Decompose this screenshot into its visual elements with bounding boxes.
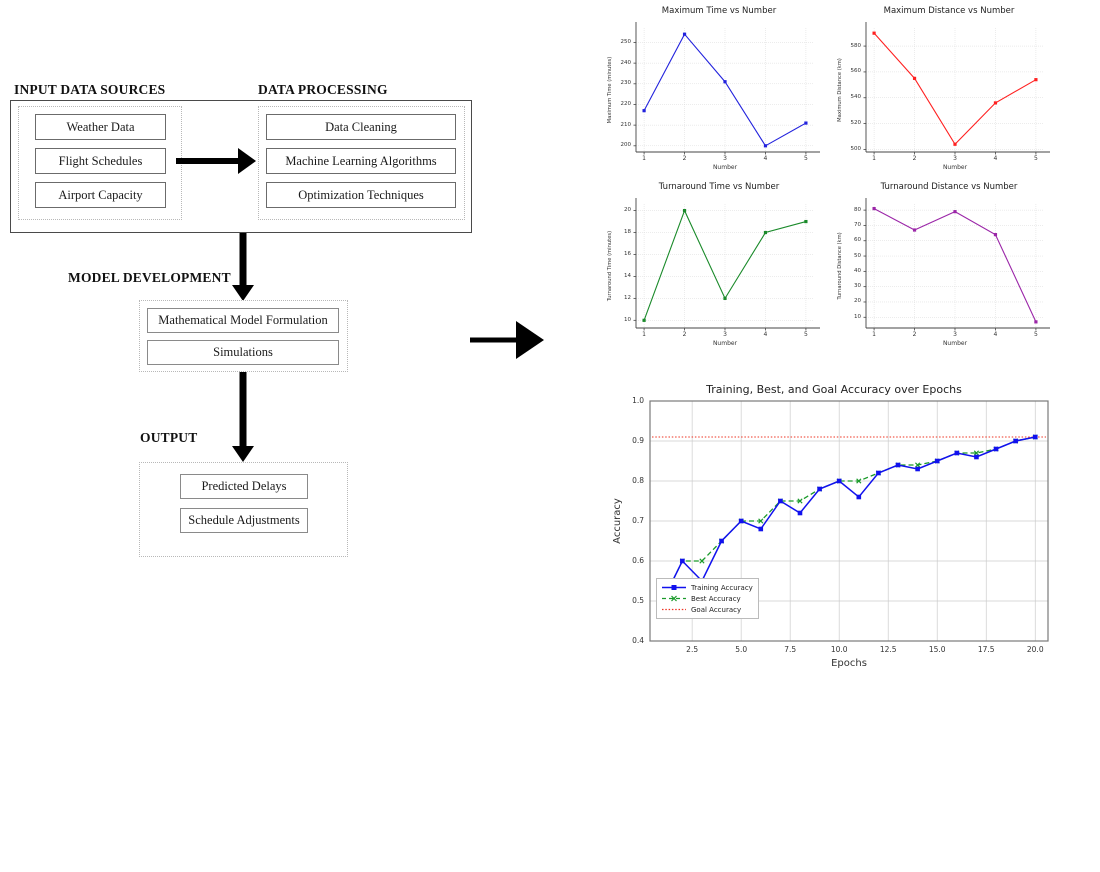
heading-input-data-sources: INPUT DATA SOURCES bbox=[14, 82, 166, 97]
page-root: INPUT DATA SOURCES DATA PROCESSING MODEL… bbox=[0, 0, 1100, 872]
x-axis-tick-label: 3 bbox=[723, 331, 727, 338]
legend-swatch-icon bbox=[661, 583, 687, 592]
heading-output: OUTPUT bbox=[140, 430, 198, 445]
input-item-flight-schedules[interactable]: Flight Schedules bbox=[35, 148, 166, 174]
x-axis-tick-label: 5 bbox=[803, 155, 808, 162]
mini-charts-grid: Maximum Time vs Number 200 210 220 230 240 25… bbox=[596, 0, 1066, 365]
chart-maximum-time-vs-number: Maximum Time vs Number 200 210 220 230 240 25… bbox=[604, 6, 834, 184]
x-axis-tick-label: 5 bbox=[803, 331, 808, 338]
x-axis-label: Number bbox=[942, 340, 968, 347]
legend-label: Goal Accuracy bbox=[691, 605, 742, 614]
x-axis-tick-label: 1 bbox=[642, 155, 646, 162]
x-axis-tick-label: 4 bbox=[763, 331, 768, 338]
legend-swatch-icon bbox=[661, 594, 687, 603]
y-axis-label: Accuracy bbox=[612, 498, 623, 544]
heading-model-development: MODEL DEVELOPMENT bbox=[68, 270, 231, 285]
chart-legend: Training Accuracy Best Accuracy Goal Accur… bbox=[656, 578, 759, 619]
x-axis-tick-label: 3 bbox=[953, 155, 957, 162]
model-item-mathematical-model-formulation[interactable]: Mathematical Model Formulation bbox=[147, 308, 339, 333]
x-axis-tick-label: 5 bbox=[1033, 155, 1038, 162]
x-axis-tick-label: 4 bbox=[993, 155, 998, 162]
x-axis-label: Number bbox=[942, 164, 968, 171]
x-axis-tick-label: 10.0 bbox=[830, 645, 848, 654]
charts-panel: Maximum Time vs Number 200 210 220 230 240 25… bbox=[596, 0, 1076, 700]
chart-training-best-goal-accuracy: Training, Best, and Goal Accuracy over E… bbox=[608, 383, 1060, 683]
model-item-simulations[interactable]: Simulations bbox=[147, 340, 339, 365]
output-item-schedule-adjustments[interactable]: Schedule Adjustments bbox=[180, 508, 308, 533]
legend-swatch-icon bbox=[661, 605, 687, 614]
x-axis-tick-label: 3 bbox=[953, 331, 957, 338]
x-axis-tick-label: 2.5 bbox=[686, 645, 699, 654]
legend-label: Training Accuracy bbox=[691, 583, 753, 592]
chart-turnaround-distance-vs-number: Turnaround Distance vs Number 10 20 30 40 50… bbox=[834, 182, 1064, 360]
y-axis-label: Maximum Distance (km) bbox=[837, 58, 843, 122]
x-axis-tick-label: 17.5 bbox=[977, 645, 995, 654]
processing-item-optimization-techniques[interactable]: Optimization Techniques bbox=[266, 182, 456, 208]
x-axis-label: Number bbox=[712, 164, 738, 171]
x-axis-tick-label: 4 bbox=[763, 155, 768, 162]
legend-label: Best Accuracy bbox=[691, 594, 741, 603]
chart-turnaround-time-vs-number: Turnaround Time vs Number 10 12 14 16 18 20 1 2… bbox=[604, 182, 834, 360]
x-axis-tick-label: 1 bbox=[872, 331, 876, 338]
x-axis-tick-label: 12.5 bbox=[879, 645, 897, 654]
x-axis-tick-label: 15.0 bbox=[928, 645, 946, 654]
x-axis-tick-label: 7.5 bbox=[784, 645, 797, 654]
x-axis-tick-label: 4 bbox=[993, 331, 998, 338]
x-axis-tick-label: 3 bbox=[723, 155, 727, 162]
legend-item: Goal Accuracy bbox=[661, 604, 753, 615]
chart-maximum-distance-vs-number: Maximum Distance vs Number 500 520 540 560 5… bbox=[834, 6, 1064, 184]
y-axis-label: Maximum Time (minutes) bbox=[607, 56, 613, 124]
input-item-airport-capacity[interactable]: Airport Capacity bbox=[35, 182, 166, 208]
y-axis-label: Turnaround Distance (km) bbox=[837, 232, 843, 300]
x-axis-label: Epochs bbox=[831, 658, 867, 669]
x-axis-tick-label: 5.0 bbox=[735, 645, 748, 654]
heading-data-processing: DATA PROCESSING bbox=[258, 82, 388, 97]
legend-item: Training Accuracy bbox=[661, 582, 753, 593]
processing-item-machine-learning-algorithms[interactable]: Machine Learning Algorithms bbox=[266, 148, 456, 174]
chart-plot-area bbox=[649, 400, 1049, 642]
input-item-weather-data[interactable]: Weather Data bbox=[35, 114, 166, 140]
legend-item: Best Accuracy bbox=[661, 593, 753, 604]
x-axis-tick-label: 20.0 bbox=[1026, 645, 1044, 654]
x-axis-tick-label: 5 bbox=[1033, 331, 1038, 338]
output-item-predicted-delays[interactable]: Predicted Delays bbox=[180, 474, 308, 499]
x-axis-tick-label: 2 bbox=[682, 331, 687, 338]
x-axis-tick-label: 2 bbox=[912, 331, 917, 338]
x-axis-tick-label: 2 bbox=[912, 155, 917, 162]
x-axis-tick-label: 1 bbox=[642, 331, 646, 338]
x-axis-tick-label: 1 bbox=[872, 155, 876, 162]
x-axis-tick-label: 2 bbox=[682, 155, 687, 162]
y-axis-label: Turnaround Time (minutes) bbox=[607, 230, 613, 302]
x-axis-label: Number bbox=[712, 340, 738, 347]
processing-item-data-cleaning[interactable]: Data Cleaning bbox=[266, 114, 456, 140]
methodology-flowchart: INPUT DATA SOURCES DATA PROCESSING MODEL… bbox=[0, 0, 560, 600]
